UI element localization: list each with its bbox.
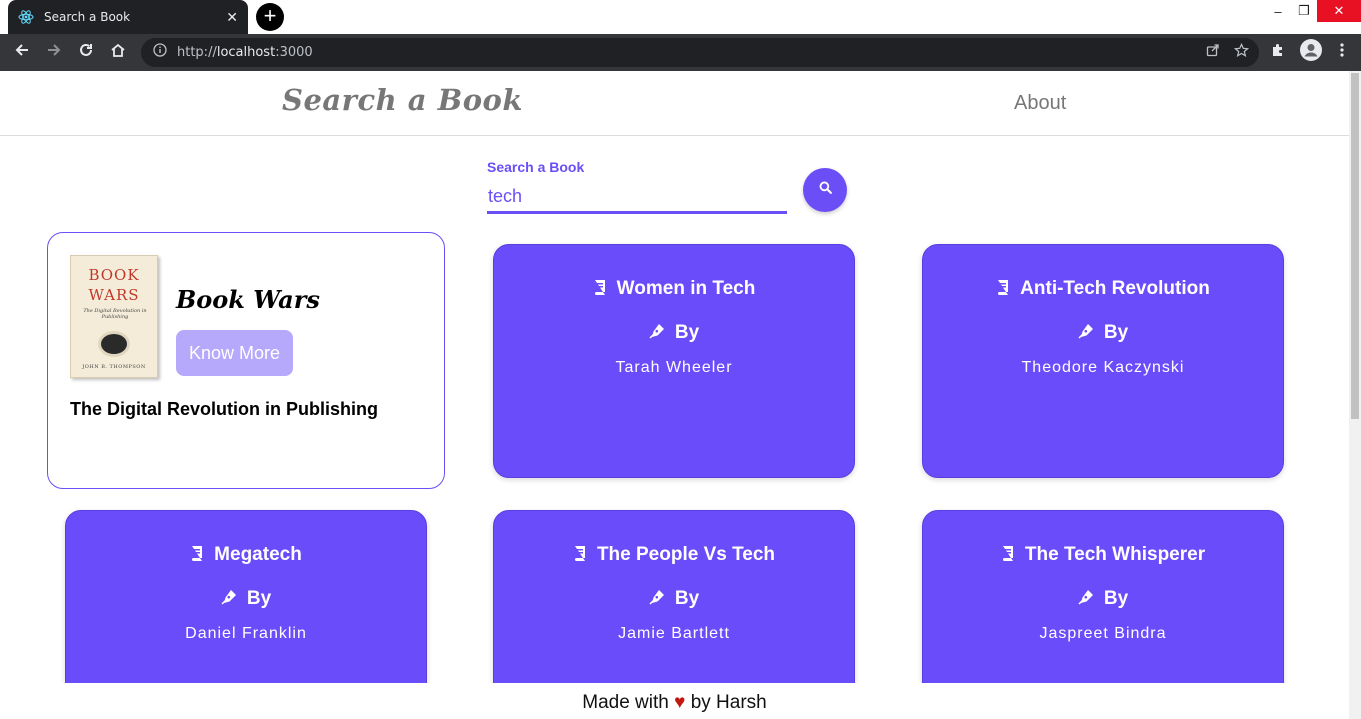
nav-about-link[interactable]: About xyxy=(1014,92,1066,115)
info-icon xyxy=(153,43,167,62)
address-bar[interactable]: http://localhost:3000 xyxy=(141,38,1259,67)
book-icon xyxy=(1001,545,1015,566)
window-close-button[interactable]: ✕ xyxy=(1317,0,1361,22)
scrollbar-thumb[interactable] xyxy=(1351,73,1359,419)
kebab-menu-icon xyxy=(1340,42,1344,63)
book-title: The People Vs Tech xyxy=(596,544,776,565)
extensions-button[interactable] xyxy=(1270,34,1286,71)
home-button[interactable] xyxy=(102,34,134,71)
star-icon[interactable] xyxy=(1233,42,1250,63)
browser-tab[interactable]: Search a Book ✕ xyxy=(8,0,248,34)
pen-nib-icon xyxy=(649,323,665,344)
page-footer: Made with ♥ by Harsh xyxy=(0,683,1349,719)
browser-menu-button[interactable] xyxy=(1340,34,1344,71)
tab-close-icon[interactable]: ✕ xyxy=(226,9,238,26)
browser-toolbar: http://localhost:3000 xyxy=(0,34,1361,71)
by-label: By xyxy=(674,588,700,609)
pen-nib-icon xyxy=(1078,589,1094,610)
heart-icon: ♥ xyxy=(674,692,686,713)
pen-nib-icon xyxy=(1078,323,1094,344)
footer-text-after: by Harsh xyxy=(690,692,767,713)
by-label: By xyxy=(1103,322,1129,343)
book-icon xyxy=(593,279,607,300)
by-label: By xyxy=(1103,588,1129,609)
search-input[interactable] xyxy=(487,182,787,214)
arrow-left-icon xyxy=(14,42,30,63)
home-icon xyxy=(110,42,126,63)
book-title: Megatech xyxy=(214,544,302,565)
forward-button[interactable] xyxy=(38,34,70,71)
brand-logo[interactable]: Search a Book xyxy=(282,83,523,117)
book-title: Women in Tech xyxy=(616,278,756,299)
featured-book-card: BOOK WARS The Digital Revolution in Publ… xyxy=(47,232,445,489)
footer-text-before: Made with xyxy=(582,692,669,713)
url-text: http://localhost:3000 xyxy=(177,45,313,60)
react-icon xyxy=(18,9,34,25)
pen-nib-icon xyxy=(221,589,237,610)
arrow-right-icon xyxy=(46,42,62,63)
profile-button[interactable] xyxy=(1300,34,1322,71)
search-button[interactable] xyxy=(803,168,847,212)
book-cover-image: BOOK WARS The Digital Revolution in Publ… xyxy=(70,255,158,378)
back-button[interactable] xyxy=(6,34,38,71)
book-author: Jamie Bartlett xyxy=(618,625,730,642)
book-author: Daniel Franklin xyxy=(185,625,307,642)
reload-icon xyxy=(78,42,94,63)
new-tab-button[interactable]: + xyxy=(256,3,284,31)
book-author: Tarah Wheeler xyxy=(615,359,733,376)
share-icon[interactable] xyxy=(1206,43,1220,62)
reload-button[interactable] xyxy=(70,34,102,71)
search-label: Search a Book xyxy=(487,159,585,175)
site-navbar: Search a Book About xyxy=(0,71,1349,136)
book-title: Anti-Tech Revolution xyxy=(1020,278,1210,299)
book-author: Jaspreet Bindra xyxy=(1039,625,1167,642)
book-icon xyxy=(190,545,204,566)
browser-tab-strip: Search a Book ✕ + – ❐ ✕ xyxy=(0,0,1361,34)
book-author: Theodore Kaczynski xyxy=(1021,359,1185,376)
pen-nib-icon xyxy=(649,589,665,610)
avatar-icon xyxy=(1300,39,1322,66)
tab-title: Search a Book xyxy=(44,10,131,24)
book-card[interactable]: Women in Tech By Tarah Wheeler xyxy=(493,244,855,478)
by-label: By xyxy=(674,322,700,343)
book-icon xyxy=(573,545,587,566)
book-card[interactable]: Anti-Tech Revolution By Theodore Kaczyns… xyxy=(922,244,1284,478)
featured-book-subtitle: The Digital Revolution in Publishing xyxy=(70,399,378,419)
page-scrollbar[interactable] xyxy=(1349,71,1361,719)
by-label: By xyxy=(246,588,272,609)
search-icon xyxy=(819,181,832,199)
know-more-button[interactable]: Know More xyxy=(176,330,293,376)
page-viewport: Search a Book About Search a Book BOOK W… xyxy=(0,71,1349,719)
puzzle-icon xyxy=(1270,42,1286,63)
book-icon xyxy=(996,279,1010,300)
book-title: The Tech Whisperer xyxy=(1024,544,1206,565)
featured-book-title: Book Wars xyxy=(176,285,320,314)
